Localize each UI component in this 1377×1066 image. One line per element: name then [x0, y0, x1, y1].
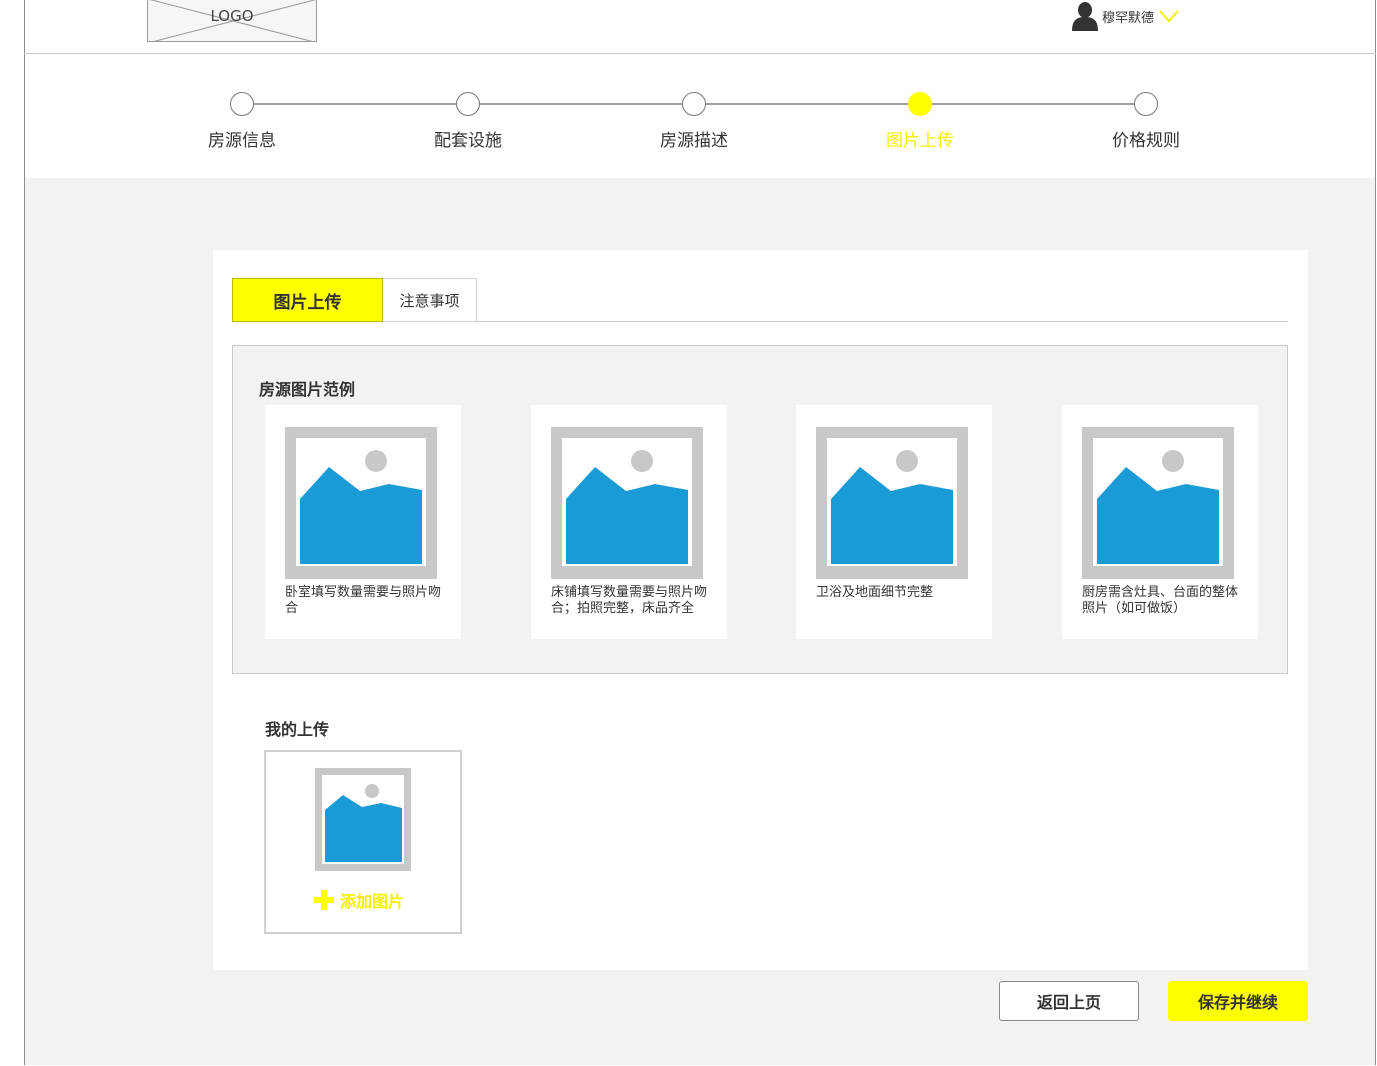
step-label[interactable]: 图片上传 — [840, 126, 1000, 151]
add-image-label: 添加图片 — [340, 892, 405, 911]
step-dot[interactable] — [456, 92, 480, 116]
tab-notes[interactable]: 注意事项 — [383, 278, 477, 322]
plus-icon — [314, 890, 334, 910]
my-upload-title: 我的上传 — [265, 720, 330, 739]
step-label[interactable]: 价格规则 — [1066, 126, 1226, 151]
sample-section-title: 房源图片范例 — [259, 380, 356, 399]
sample-card: 厨房需含灶具、台面的整体照片（如可做饭） — [1062, 405, 1258, 639]
image-placeholder-icon — [1082, 427, 1234, 579]
image-placeholder-icon — [315, 768, 411, 871]
sample-card: 卧室填写数量需要与照片吻合 — [265, 405, 461, 639]
step-label[interactable]: 配套设施 — [388, 126, 548, 151]
sample-caption: 卫浴及地面细节完整 — [816, 585, 934, 600]
user-menu[interactable]: 穆罕默德 — [1072, 0, 1179, 32]
logo-text: LOGO — [210, 7, 254, 25]
step-dot[interactable] — [1134, 92, 1158, 116]
logo[interactable]: LOGO — [147, 0, 317, 42]
add-image-button[interactable]: 添加图片 — [314, 888, 404, 912]
user-name: 穆罕默德 — [1102, 10, 1155, 26]
sample-card: 卫浴及地面细节完整 — [796, 405, 992, 639]
tab-image-upload[interactable]: 图片上传 — [232, 278, 383, 322]
step-dot[interactable] — [682, 92, 706, 116]
step-label[interactable]: 房源信息 — [162, 126, 322, 151]
back-button[interactable]: 返回上页 — [999, 981, 1139, 1021]
save-continue-button[interactable]: 保存并继续 — [1168, 981, 1308, 1021]
step-label[interactable]: 房源描述 — [614, 126, 774, 151]
sample-card: 床铺填写数量需要与照片吻合；拍照完整，床品齐全 — [531, 405, 727, 639]
step-dot[interactable] — [908, 92, 932, 116]
chevron-down-icon[interactable] — [1159, 9, 1179, 23]
sample-caption: 床铺填写数量需要与照片吻合；拍照完整，床品齐全 — [551, 585, 708, 616]
header-divider — [24, 53, 1376, 54]
sample-caption: 卧室填写数量需要与照片吻合 — [285, 585, 442, 616]
step-dot[interactable] — [230, 92, 254, 116]
add-image-box[interactable]: 添加图片 — [264, 750, 462, 934]
image-placeholder-icon — [551, 427, 703, 579]
image-placeholder-icon — [816, 427, 968, 579]
user-avatar-icon — [1072, 2, 1098, 31]
image-placeholder-icon — [285, 427, 437, 579]
sample-caption: 厨房需含灶具、台面的整体照片（如可做饭） — [1082, 585, 1239, 616]
